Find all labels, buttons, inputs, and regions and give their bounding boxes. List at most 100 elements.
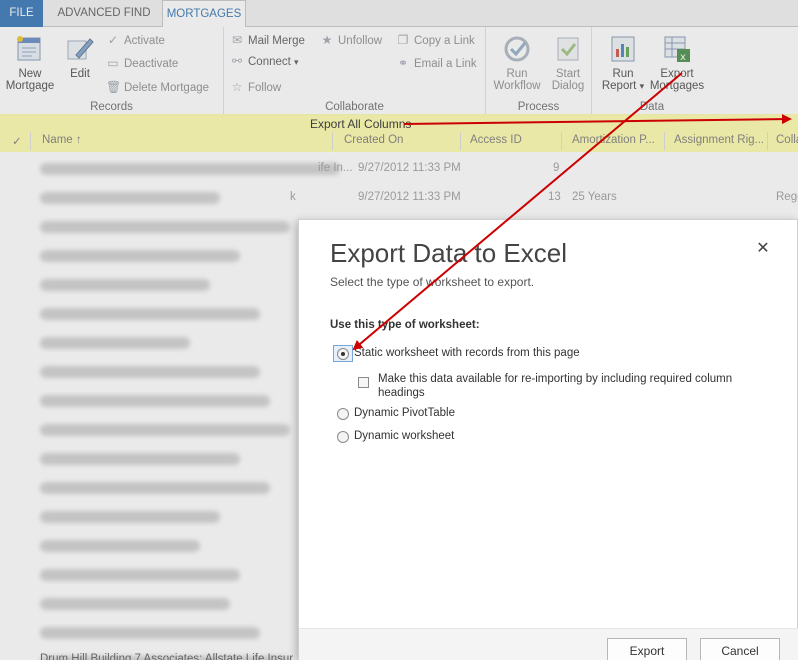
export-excel-dialog: Export Data to Excel ✕ Select the type o… [298, 219, 798, 660]
name-cell-tail: k [290, 191, 296, 203]
new-record-icon [17, 36, 41, 61]
new-mortgage-button[interactable]: New Mortgage [2, 33, 58, 92]
close-icon[interactable]: ✕ [754, 240, 772, 258]
redacted-name-cell [40, 308, 260, 320]
connect-button[interactable]: ⚯ Connect ▾ [230, 52, 299, 70]
column-amortization[interactable]: Amortization P... [572, 134, 664, 146]
data-group-label: Data [639, 101, 665, 113]
start-dialog-button[interactable]: Start Dialog [546, 33, 590, 92]
run-workflow-button[interactable]: Run Workflow [488, 33, 546, 92]
name-cell-tail: ife In... [318, 162, 353, 174]
export-mortgages-label: Export Mortgages [649, 68, 705, 92]
activate-label: Activate [124, 35, 165, 47]
run-workflow-label: Run Workflow [493, 68, 541, 92]
created-on-cell: 9/27/2012 11:33 PM [358, 191, 461, 203]
export-all-columns-annotation: Export All Columns [310, 117, 412, 131]
dynamic-worksheet-label[interactable]: Dynamic worksheet [354, 430, 454, 442]
collateral-cell: Rege [776, 191, 798, 203]
reimport-checkbox[interactable] [358, 377, 369, 388]
redacted-name-cell [40, 250, 240, 262]
export-excel-icon: x [664, 36, 690, 63]
run-report-label: Run Report [601, 68, 637, 92]
link-icon: ⚭ [397, 56, 409, 70]
redacted-name-cell [40, 569, 240, 581]
edit-pencil-icon [67, 38, 94, 60]
connect-icon: ⚯ [231, 54, 243, 68]
group-collaborate: ✉ Mail Merge ⚯ Connect ▾ ☆ Follow ★ Unfollow… [224, 27, 486, 115]
select-all-checkmark-icon[interactable]: ✓ [12, 134, 22, 148]
redacted-name-cell [40, 279, 210, 291]
column-created-on[interactable]: Created On [344, 134, 403, 146]
unfollow-button[interactable]: ★ Unfollow [320, 31, 383, 49]
access-id-cell: 13 [548, 191, 561, 203]
access-id-cell: 9 [553, 162, 560, 174]
table-row[interactable]: k 9/27/2012 11:33 PM 13 25 Years Rege [0, 184, 798, 213]
process-group-label: Process [517, 101, 560, 113]
follow-button[interactable]: ☆ Follow [230, 78, 282, 96]
name-cell: Drum Hill Building 7 Associates; Allstat… [40, 653, 303, 660]
dialog-subtitle: Select the type of worksheet to export. [330, 275, 535, 289]
delete-mortgage-button[interactable]: 🗑 Delete Mortgage [106, 78, 209, 96]
static-worksheet-radio[interactable] [337, 348, 349, 360]
dialog-title: Export Data to Excel [330, 238, 567, 268]
redacted-name-cell [40, 453, 240, 465]
follow-label: Follow [248, 82, 282, 94]
table-row[interactable]: ife In... 9/27/2012 11:33 PM 9 [0, 155, 798, 184]
mail-merge-icon: ✉ [231, 33, 243, 47]
unfollow-star-icon: ★ [321, 33, 333, 47]
tab-advanced-find[interactable]: ADVANCED FIND [49, 0, 159, 27]
tab-mortgages[interactable]: MORTGAGES [162, 0, 246, 28]
email-link-label: Email a Link [414, 58, 477, 70]
chevron-down-icon: ▾ [294, 57, 299, 67]
created-on-cell: 9/27/2012 11:33 PM [358, 162, 461, 174]
pivot-table-radio[interactable] [337, 408, 349, 420]
ribbon: New Mortgage Edit ✓ Activate ▭ Deactivate … [0, 27, 798, 115]
worksheet-type-label: Use this type of worksheet: [330, 319, 480, 331]
grid-column-header: ✓ Name ↑ Created On Access ID Amortizati… [0, 130, 798, 152]
follow-star-icon: ☆ [231, 80, 243, 94]
email-link-button[interactable]: ⚭ Email a Link [396, 54, 477, 72]
mail-merge-button[interactable]: ✉ Mail Merge [230, 31, 305, 49]
trash-icon: 🗑 [106, 80, 122, 94]
group-data: Run Report ▾ x Export Mortgages Data [592, 27, 712, 115]
column-collateral[interactable]: Colla [776, 134, 798, 146]
redacted-name-cell [40, 482, 270, 494]
start-dialog-label: Start Dialog [551, 68, 585, 92]
redacted-name-cell [40, 627, 260, 639]
activate-button[interactable]: ✓ Activate [106, 31, 165, 49]
copy-icon: ❐ [397, 33, 409, 47]
redacted-name-cell [40, 598, 230, 610]
redacted-name-cell [40, 424, 290, 436]
column-access-id[interactable]: Access ID [470, 134, 522, 146]
redacted-name-cell [40, 192, 220, 204]
reimport-label[interactable]: Make this data available for re-importin… [378, 372, 778, 400]
export-mortgages-button[interactable]: x Export Mortgages [646, 33, 708, 92]
redacted-name-cell [40, 511, 220, 523]
report-icon [611, 36, 635, 62]
dynamic-worksheet-radio[interactable] [337, 431, 349, 443]
mail-merge-label: Mail Merge [248, 35, 305, 47]
cancel-button[interactable]: Cancel [700, 638, 780, 660]
static-worksheet-label[interactable]: Static worksheet with records from this … [354, 347, 580, 359]
chevron-down-icon: ▾ [639, 81, 645, 91]
run-report-button[interactable]: Run Report ▾ [598, 33, 648, 92]
redacted-name-cell [40, 366, 260, 378]
records-group-label: Records [90, 101, 133, 113]
group-records: New Mortgage Edit ✓ Activate ▭ Deactivate … [0, 27, 224, 115]
redacted-name-cell [40, 395, 270, 407]
column-assignment-rights[interactable]: Assignment Rig... [674, 134, 766, 146]
tab-file[interactable]: FILE [0, 0, 43, 27]
new-mortgage-label: New Mortgage [5, 68, 55, 92]
copy-link-label: Copy a Link [414, 35, 475, 47]
export-button[interactable]: Export [607, 638, 687, 660]
column-name[interactable]: Name ↑ [42, 134, 82, 146]
dialog-icon [557, 37, 579, 61]
deactivate-icon: ▭ [107, 56, 119, 70]
group-process: Run Workflow Start Dialog Process [486, 27, 592, 115]
copy-link-button[interactable]: ❐ Copy a Link [396, 31, 475, 49]
pivot-table-label[interactable]: Dynamic PivotTable [354, 407, 455, 419]
deactivate-button[interactable]: ▭ Deactivate [106, 54, 178, 72]
edit-button[interactable]: Edit [62, 33, 98, 80]
redacted-name-cell [40, 337, 190, 349]
workflow-icon [504, 36, 530, 62]
